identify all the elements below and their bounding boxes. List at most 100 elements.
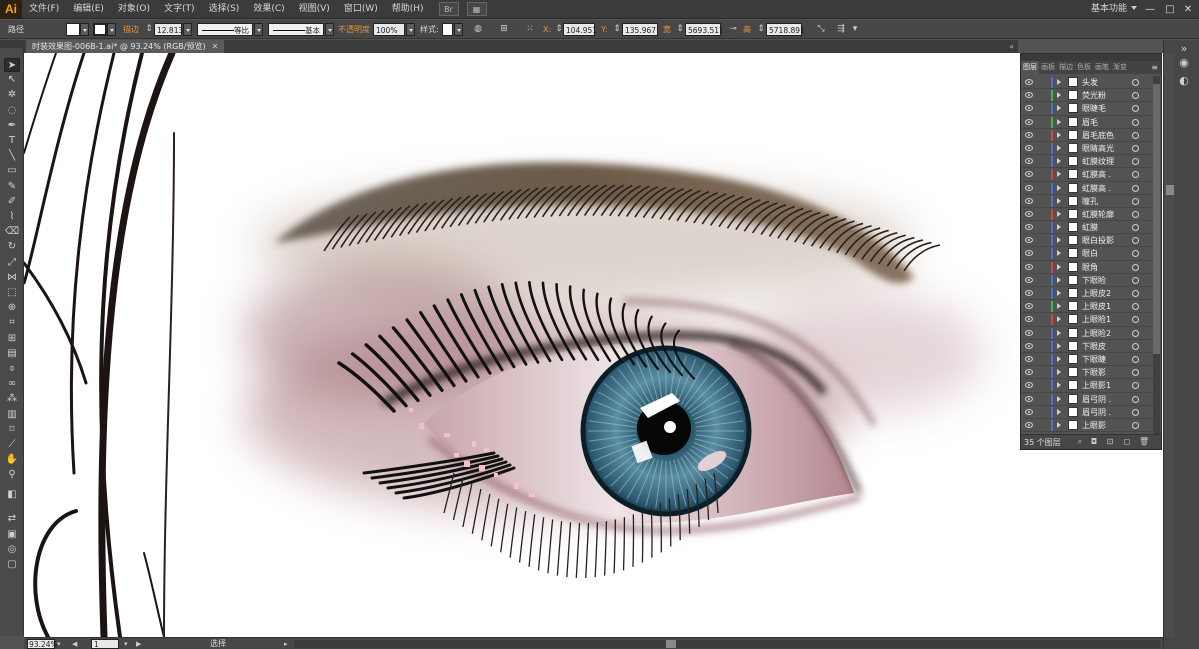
layer-row[interactable]: 眉毛: [1021, 116, 1153, 129]
target-circle-icon[interactable]: [1132, 224, 1139, 232]
stepper-icon[interactable]: ⇕: [757, 23, 765, 36]
width-label[interactable]: 宽: [663, 23, 671, 36]
magic-wand-tool-icon[interactable]: ✲: [4, 88, 20, 102]
rectangle-tool-icon[interactable]: ▭: [4, 164, 20, 178]
target-circle-icon[interactable]: [1132, 382, 1139, 390]
target-circle-icon[interactable]: [1132, 210, 1139, 218]
visibility-eye-icon[interactable]: [1025, 316, 1033, 323]
visibility-eye-icon[interactable]: [1025, 158, 1033, 165]
visibility-eye-icon[interactable]: [1025, 263, 1033, 270]
target-circle-icon[interactable]: [1132, 316, 1139, 324]
target-circle-icon[interactable]: [1132, 92, 1139, 100]
slice-tool-icon[interactable]: ⟋: [4, 438, 20, 452]
panel-menu-icon[interactable]: ≡: [1151, 61, 1158, 74]
menu-item[interactable]: 效果(C): [246, 0, 291, 19]
graphic-style-swatch[interactable]: [442, 23, 453, 36]
stroke-swatch[interactable]: [93, 23, 107, 36]
visibility-eye-icon[interactable]: [1025, 395, 1033, 402]
artboard-canvas[interactable]: [24, 53, 1163, 637]
panel-menu-icon[interactable]: ▾: [850, 23, 860, 36]
fill-stroke-swatches-icon[interactable]: ◧: [4, 488, 20, 502]
shape-builder-tool-icon[interactable]: ⊕: [4, 301, 20, 315]
visibility-eye-icon[interactable]: [1025, 369, 1033, 376]
expand-arrow-icon[interactable]: [1057, 197, 1061, 204]
layer-row[interactable]: 上眼皮1: [1021, 300, 1153, 314]
x-label[interactable]: X:: [543, 23, 551, 36]
stroke-label[interactable]: 描边: [123, 23, 139, 36]
panel-tab[interactable]: 画板: [1039, 61, 1057, 74]
transform-icon[interactable]: ⤡: [814, 23, 828, 36]
color-panel-icon[interactable]: ◉: [1177, 56, 1191, 70]
layer-row[interactable]: 眉弓阴 .: [1021, 393, 1153, 406]
target-circle-icon[interactable]: [1132, 342, 1139, 350]
target-circle-icon[interactable]: [1132, 144, 1139, 152]
visibility-eye-icon[interactable]: [1025, 382, 1033, 389]
visibility-eye-icon[interactable]: [1025, 197, 1033, 204]
menu-item[interactable]: 编辑(E): [66, 0, 111, 19]
visibility-eye-icon[interactable]: [1025, 105, 1033, 112]
visibility-eye-icon[interactable]: [1025, 276, 1033, 283]
brush-definition[interactable]: 基本: [268, 23, 324, 36]
layer-row[interactable]: 虹膜: [1021, 221, 1153, 235]
recolor-artwork-icon[interactable]: ◍: [472, 23, 484, 36]
menu-item[interactable]: 帮助(H): [385, 0, 431, 19]
stepper-icon[interactable]: ⇕: [145, 23, 153, 36]
expand-arrow-icon[interactable]: [1057, 210, 1061, 217]
menu-item[interactable]: 选择(S): [202, 0, 247, 19]
layer-row[interactable]: 荧光粉: [1021, 89, 1153, 103]
draw-mode-icon[interactable]: ◎: [4, 543, 20, 557]
target-circle-icon[interactable]: [1132, 395, 1139, 403]
visibility-eye-icon[interactable]: [1025, 224, 1033, 231]
layer-row[interactable]: 下眼皮: [1021, 340, 1153, 353]
layer-row[interactable]: 虹膜高 .: [1021, 168, 1153, 182]
direct-selection-tool-icon[interactable]: ↖: [4, 73, 20, 87]
delete-layer-icon[interactable]: 🗑: [1139, 437, 1149, 447]
visibility-eye-icon[interactable]: [1025, 303, 1033, 310]
expand-arrow-icon[interactable]: [1057, 144, 1061, 151]
layer-row[interactable]: 上眼影: [1021, 419, 1153, 433]
bridge-icon[interactable]: Br: [438, 2, 459, 16]
expand-arrow-icon[interactable]: [1057, 316, 1061, 323]
free-transform-tool-icon[interactable]: ⬚: [4, 286, 20, 300]
layers-scrollbar[interactable]: [1153, 76, 1160, 434]
visibility-eye-icon[interactable]: [1025, 250, 1033, 257]
layer-row[interactable]: 眉弓阴 .: [1021, 406, 1153, 419]
swap-colors-icon[interactable]: ⇄: [4, 512, 20, 526]
artboard-dropdown-icon[interactable]: ▾: [124, 638, 128, 649]
menu-item[interactable]: 窗口(W): [337, 0, 385, 19]
menu-item[interactable]: 视图(V): [292, 0, 337, 19]
layer-row[interactable]: 眼角: [1021, 261, 1153, 274]
layer-row[interactable]: 上眼皮2: [1021, 287, 1153, 301]
artboard-number-field[interactable]: 1: [91, 639, 119, 649]
scroll-thumb[interactable]: [1166, 185, 1174, 195]
maximize-button[interactable]: □: [1161, 0, 1179, 19]
variable-width-profile[interactable]: 等比: [197, 23, 253, 36]
locate-object-icon[interactable]: ⌕: [1075, 437, 1085, 447]
expand-arrow-icon[interactable]: [1057, 303, 1061, 310]
blob-brush-tool-icon[interactable]: ⌇: [4, 210, 20, 224]
visibility-eye-icon[interactable]: [1025, 408, 1033, 415]
stroke-dropdown[interactable]: [107, 23, 116, 36]
layer-row[interactable]: 眉毛底色: [1021, 129, 1153, 142]
zoom-tool-icon[interactable]: ⚲: [4, 468, 20, 482]
collapse-icon[interactable]: »: [1177, 42, 1191, 56]
pen-tool-icon[interactable]: ✒: [4, 119, 20, 133]
target-circle-icon[interactable]: [1132, 131, 1139, 139]
reference-point-icon[interactable]: ⁙: [524, 23, 536, 36]
rotate-tool-icon[interactable]: ↻: [4, 240, 20, 254]
column-graph-tool-icon[interactable]: ▥: [4, 408, 20, 422]
canvas-horizontal-scrollbar[interactable]: [294, 640, 1160, 648]
lasso-tool-icon[interactable]: ◌: [4, 104, 20, 118]
expand-arrow-icon[interactable]: [1057, 263, 1061, 270]
target-circle-icon[interactable]: [1132, 250, 1139, 258]
chevron-down-icon[interactable]: [1131, 6, 1137, 10]
height-field[interactable]: 5718.891: [766, 23, 805, 36]
expand-arrow-icon[interactable]: [1057, 369, 1061, 376]
layer-row[interactable]: 下眼影: [1021, 366, 1153, 380]
close-tab-icon[interactable]: ✕: [212, 42, 219, 51]
height-label[interactable]: 高: [743, 23, 751, 36]
expand-arrow-icon[interactable]: [1057, 105, 1061, 112]
x-field[interactable]: 104.951: [563, 23, 597, 36]
expand-arrow-icon[interactable]: [1057, 171, 1061, 178]
layer-row[interactable]: 眼睛高光: [1021, 142, 1153, 156]
